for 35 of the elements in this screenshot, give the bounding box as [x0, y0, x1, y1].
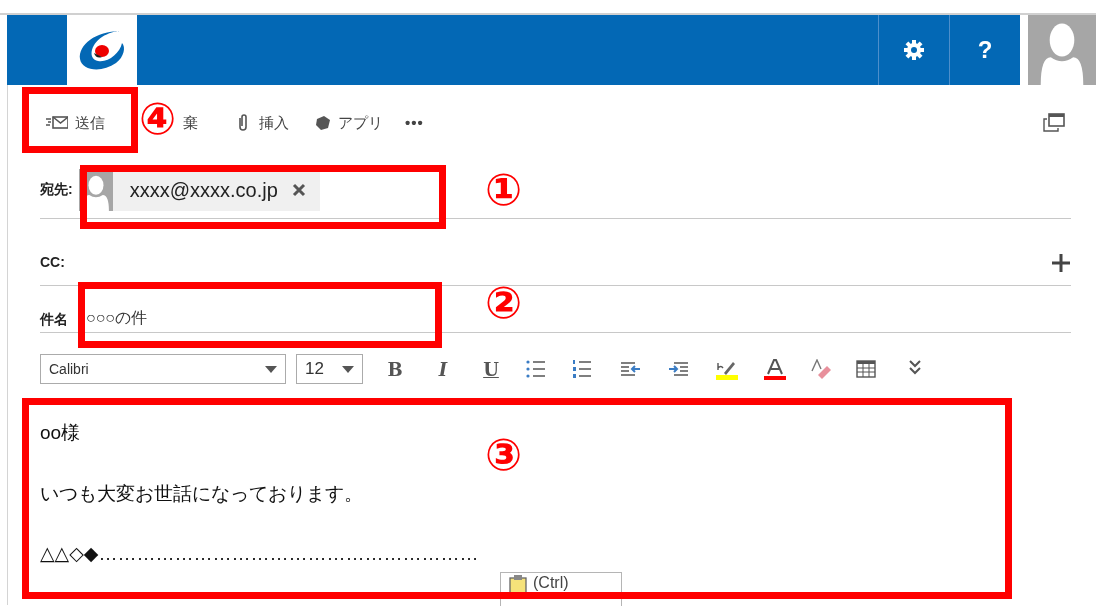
dropdown-icon	[265, 365, 277, 373]
body-text-line: いつも大変お世話になっております。	[40, 481, 364, 506]
eraser-icon[interactable]	[810, 358, 832, 380]
table-icon[interactable]	[856, 358, 878, 380]
body-text-line: △△◇◆……………………………………………………	[40, 542, 480, 566]
body-text-line: oo様	[40, 421, 82, 445]
bullet-list-icon[interactable]	[526, 358, 548, 380]
help-button[interactable]: ?	[949, 15, 1020, 85]
bold-button[interactable]: B	[371, 354, 419, 384]
discard-button[interactable]: 棄	[183, 111, 198, 135]
field-label: 件名	[40, 310, 68, 329]
attach-button[interactable]: 挿入	[232, 111, 289, 135]
add-icon[interactable]	[1051, 253, 1071, 273]
font-size-select[interactable]: 12	[296, 354, 363, 384]
annotation-number: ④	[139, 97, 177, 141]
field-label: CC:	[40, 253, 65, 272]
apps-button[interactable]: アプリ	[311, 111, 383, 135]
dropdown-icon	[342, 365, 354, 373]
send-button[interactable]: 送信	[46, 111, 105, 135]
field-label: 宛先:	[40, 180, 73, 199]
more-button[interactable]: •••	[405, 111, 424, 135]
italic-button[interactable]: I	[419, 354, 467, 384]
subject-field[interactable]: ○○○の件	[86, 306, 147, 330]
recipient-address: xxxx@xxxx.co.jp	[128, 177, 279, 203]
font-select[interactable]: Calibri	[40, 354, 286, 384]
annotation-number: ①	[485, 168, 523, 212]
remove-icon[interactable]	[291, 182, 306, 197]
annotation-number: ③	[485, 433, 523, 477]
underline-button[interactable]: U	[467, 354, 515, 384]
mail-icon	[46, 114, 68, 132]
pop-out-icon	[1042, 112, 1066, 134]
font-color-icon[interactable]	[764, 358, 786, 380]
annotation-number: ②	[485, 281, 523, 325]
numbered-list-icon[interactable]	[572, 358, 594, 380]
pop-out-button[interactable]	[1042, 112, 1066, 134]
